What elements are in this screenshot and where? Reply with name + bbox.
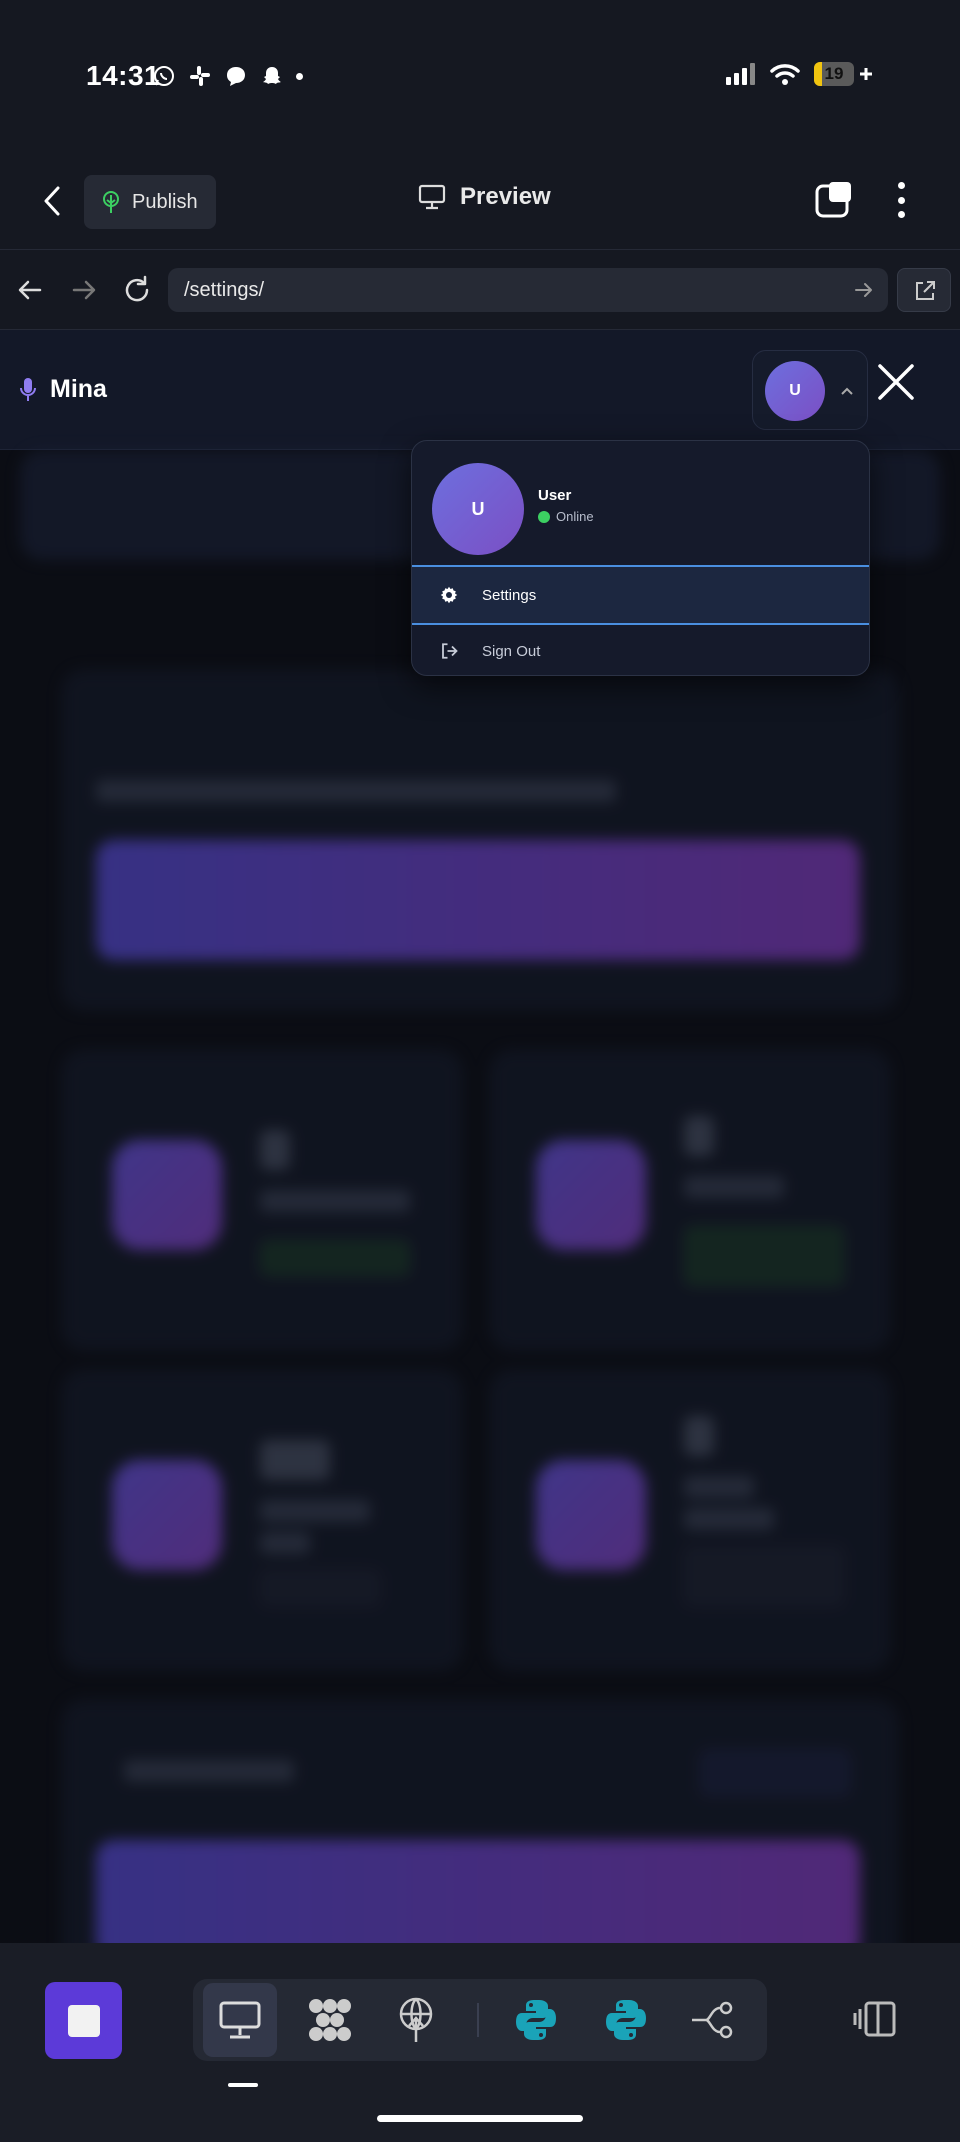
tabs-icon[interactable] (814, 180, 854, 220)
sign-out-icon (442, 643, 458, 659)
blurred-stat-icon (112, 1140, 222, 1250)
menu-item-sign-out[interactable]: Sign Out (412, 621, 869, 675)
brand-name: Mina (50, 375, 107, 403)
status-right: 19 (726, 62, 874, 86)
blurred-text (684, 1508, 774, 1530)
stop-icon (67, 2004, 100, 2037)
avatar-initial: U (789, 382, 801, 399)
battery-level: 19 (824, 64, 844, 83)
external-link-icon (916, 281, 935, 300)
preview-label: Preview (460, 183, 551, 210)
blurred-pill (700, 1750, 850, 1796)
blurred-text (124, 1760, 294, 1782)
publish-label: Publish (132, 190, 198, 213)
back-chevron-icon[interactable] (36, 184, 70, 218)
more-options-button[interactable] (886, 178, 916, 222)
python-icon (516, 2000, 556, 2040)
slack-icon (190, 66, 210, 86)
more-notifications-dot (296, 72, 303, 80)
blurred-text (684, 1176, 784, 1198)
online-dot-icon (538, 510, 550, 523)
battery-indicator: 19 (814, 62, 854, 86)
gear-icon (440, 586, 458, 604)
tool-divider (477, 2003, 479, 2037)
cluster-icon (309, 1999, 351, 2041)
url-go-arrow-icon[interactable] (854, 280, 874, 300)
blurred-number (684, 1416, 714, 1456)
notification-icons (152, 64, 303, 88)
selected-tool-indicator (228, 2083, 258, 2087)
avatar-initial: U (471, 498, 485, 519)
panel-toggle-icon[interactable] (852, 1999, 898, 2039)
site-header: Mina U (0, 330, 960, 450)
avatar: U (765, 361, 825, 421)
close-icon[interactable] (876, 362, 916, 402)
blurred-text (260, 1500, 370, 1522)
microphone-icon (20, 377, 36, 401)
blurred-pill (684, 1226, 844, 1286)
status-bar: 14:31 19 (0, 0, 960, 150)
blurred-number (260, 1130, 290, 1170)
status-time: 14:31 (86, 60, 161, 91)
url-text: /settings/ (184, 278, 265, 301)
python-tool[interactable] (499, 1983, 573, 2057)
stop-button[interactable] (45, 1982, 122, 2059)
home-indicator[interactable] (377, 2115, 583, 2122)
browser-forward-icon[interactable] (68, 274, 100, 306)
url-input[interactable]: /settings/ (168, 268, 888, 312)
blurred-text (260, 1190, 410, 1212)
user-status-label: Online (556, 509, 594, 524)
blurred-stat-icon (536, 1140, 646, 1250)
blurred-primary-button (96, 840, 860, 960)
browser-back-icon[interactable] (14, 274, 46, 306)
globe-upload-icon (399, 1997, 433, 2042)
snapchat-icon (263, 67, 281, 84)
flow-branch-icon (692, 2001, 733, 2039)
blurred-text (96, 780, 616, 802)
signal-icon (726, 63, 755, 85)
cloud-tool[interactable] (293, 1983, 367, 2057)
blurred-text (684, 1476, 754, 1498)
blurred-pill (684, 1546, 844, 1606)
chevron-up-icon (841, 387, 853, 395)
blurred-pill (260, 1240, 410, 1276)
bottom-dock (0, 1943, 960, 2142)
preview-title: Preview (418, 183, 551, 211)
charging-plus-icon (860, 68, 872, 80)
blurred-text (260, 1532, 310, 1554)
user-name: User (538, 487, 572, 504)
user-status: Online (538, 509, 594, 524)
app-header: Publish Preview (0, 150, 960, 250)
whatsapp-icon (154, 66, 174, 86)
blurred-number (260, 1440, 330, 1480)
browser-toolbar: /settings/ (0, 250, 960, 330)
tool-group (193, 1979, 767, 2061)
brand: Mina (20, 375, 107, 404)
user-avatar-large: U (432, 463, 524, 555)
wifi-icon (770, 64, 800, 85)
open-external-button[interactable] (897, 268, 951, 312)
python-tool-2[interactable] (589, 1983, 663, 2057)
workflow-tool[interactable] (675, 1983, 749, 2057)
blurred-pill (260, 1570, 380, 1606)
blurred-stat-icon (536, 1460, 646, 1570)
menu-item-settings[interactable]: Settings (412, 565, 869, 625)
user-menu-trigger[interactable]: U (752, 350, 868, 430)
menu-item-label: Settings (482, 586, 537, 604)
blurred-number (684, 1116, 714, 1156)
user-dropdown-menu: U User Online Settings Sign Out (411, 440, 870, 676)
deploy-tool[interactable] (379, 1983, 453, 2057)
blurred-stat-icon (112, 1460, 222, 1570)
monitor-icon (219, 2001, 261, 2039)
reload-icon[interactable] (121, 274, 153, 306)
publish-button[interactable]: Publish (84, 175, 216, 229)
desktop-preview-tool[interactable] (203, 1983, 277, 2057)
python-icon (606, 2000, 646, 2040)
menu-item-label: Sign Out (482, 642, 541, 660)
web-viewport: Mina U U User Online Settings Sign Out (0, 330, 960, 1943)
chat-bubble-icon (227, 67, 245, 86)
monitor-icon (418, 184, 446, 210)
publish-tree-icon (103, 191, 119, 213)
blurred-record-button (96, 1840, 860, 1943)
